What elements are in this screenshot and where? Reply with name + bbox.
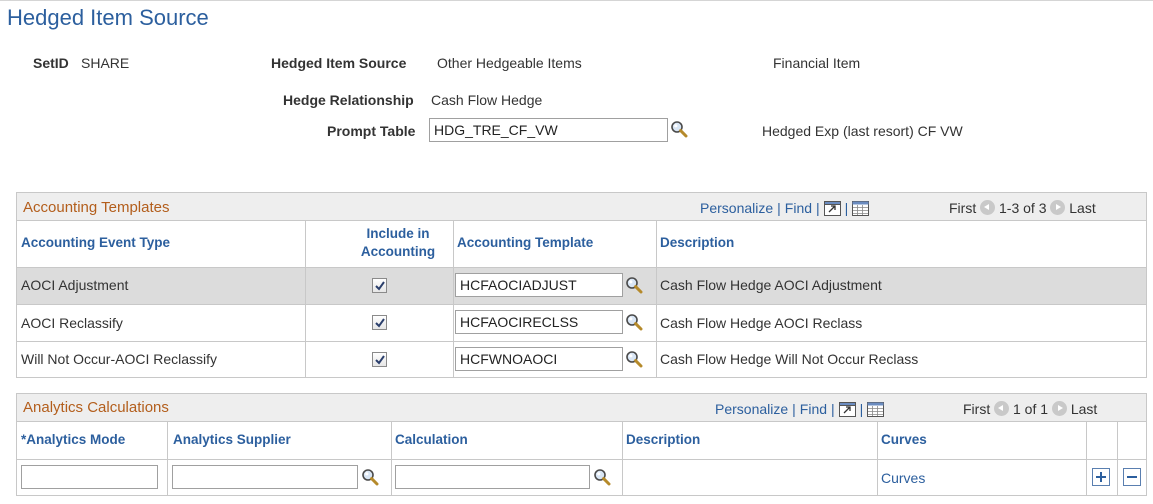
event-type-cell: AOCI Reclassify — [21, 315, 123, 331]
analytics-grid-nav: Personalize | Find | | — [715, 401, 885, 420]
prompt-table-input[interactable] — [429, 118, 668, 142]
spreadsheet-icon[interactable] — [852, 201, 870, 219]
column-divider — [391, 422, 392, 496]
curves-link[interactable]: Curves — [881, 470, 925, 486]
description-cell: Cash Flow Hedge AOCI Reclass — [660, 315, 863, 331]
last-label: Last — [1070, 401, 1098, 417]
row-range: 1 of 1 — [1013, 401, 1049, 417]
accounting-grid-title: Accounting Templates — [23, 199, 170, 216]
prompt-table-lookup-icon[interactable] — [670, 120, 688, 138]
hedge-relationship-label: Hedge Relationship — [283, 92, 414, 108]
plus-icon-v — [1100, 472, 1102, 482]
accounting-template-input[interactable] — [455, 273, 623, 297]
magnifier-icon[interactable] — [361, 468, 379, 486]
description-cell: Cash Flow Hedge Will Not Occur Reclass — [660, 351, 919, 367]
separator: | — [859, 401, 864, 417]
col-curves[interactable]: Curves — [881, 432, 927, 447]
new-window-icon[interactable] — [838, 402, 856, 420]
previous-icon[interactable] — [980, 200, 996, 215]
analytics-grid-header: Analytics Calculations Personalize | Find |… — [17, 394, 1146, 422]
analytics-grid-title: Analytics Calculations — [23, 399, 169, 416]
col-include-line2[interactable]: Accounting — [323, 244, 473, 259]
separator: | — [844, 200, 849, 216]
column-divider — [453, 221, 454, 378]
column-divider — [877, 422, 878, 496]
last-label: Last — [1069, 200, 1096, 216]
personalize-link[interactable]: Personalize — [715, 401, 788, 417]
separator: | — [777, 200, 781, 216]
col-description[interactable]: Description — [626, 432, 700, 447]
accounting-grid-nav: Personalize | Find | | — [700, 200, 870, 219]
col-include-line1[interactable]: Include in — [323, 226, 473, 241]
event-type-cell: AOCI Adjustment — [21, 277, 129, 293]
find-link[interactable]: Find — [785, 200, 812, 216]
calculation-input[interactable] — [395, 465, 590, 489]
next-icon[interactable] — [1051, 401, 1067, 416]
include-checkbox[interactable] — [372, 315, 387, 330]
spreadsheet-icon[interactable] — [867, 402, 885, 420]
column-divider — [167, 422, 168, 496]
prompt-table-label: Prompt Table — [327, 123, 416, 139]
column-divider — [656, 221, 657, 378]
accounting-grid-pager: First 1-3 of 3 Last — [949, 200, 1096, 216]
include-checkbox[interactable] — [372, 278, 387, 293]
analytics-mode-input[interactable] — [21, 465, 158, 489]
separator: | — [816, 200, 820, 216]
accounting-templates-grid: Accounting Templates Personalize | Find | | … — [16, 192, 1147, 378]
page-title: Hedged Item Source — [7, 5, 209, 30]
description-cell: Cash Flow Hedge AOCI Adjustment — [660, 277, 882, 293]
analytics-supplier-input[interactable] — [172, 465, 358, 489]
add-row-button[interactable] — [1092, 468, 1110, 486]
minus-icon — [1127, 476, 1137, 478]
setid-label: SetID — [33, 55, 69, 71]
setid-value: SHARE — [81, 55, 130, 71]
column-divider — [1117, 422, 1118, 496]
magnifier-icon[interactable] — [625, 350, 643, 368]
accounting-grid-header: Accounting Templates Personalize | Find | | … — [17, 193, 1146, 221]
analytics-calculations-grid: Analytics Calculations Personalize | Find |… — [16, 393, 1147, 496]
col-analytics-mode[interactable]: *Analytics Mode — [21, 432, 125, 447]
delete-row-button[interactable] — [1123, 468, 1141, 486]
accounting-template-input[interactable] — [455, 347, 623, 371]
col-description[interactable]: Description — [660, 235, 734, 250]
col-accounting-template[interactable]: Accounting Template — [457, 235, 593, 250]
prompt-table-description: Hedged Exp (last resort) CF VW — [762, 123, 963, 139]
find-link[interactable]: Find — [800, 401, 827, 417]
separator: | — [792, 401, 796, 417]
magnifier-icon[interactable] — [625, 276, 643, 294]
previous-icon[interactable] — [994, 401, 1010, 416]
col-analytics-supplier[interactable]: Analytics Supplier — [173, 432, 291, 447]
analytics-grid-pager: First 1 of 1 Last — [963, 401, 1097, 417]
new-window-icon[interactable] — [823, 201, 841, 219]
first-label: First — [963, 401, 991, 417]
separator: | — [831, 401, 835, 417]
row-range: 1-3 of 3 — [999, 200, 1047, 216]
next-icon[interactable] — [1050, 200, 1066, 215]
first-label: First — [949, 200, 977, 216]
column-divider — [305, 221, 306, 378]
column-divider — [1086, 422, 1087, 496]
financial-item-text: Financial Item — [773, 55, 861, 71]
magnifier-icon[interactable] — [593, 468, 611, 486]
event-type-cell: Will Not Occur-AOCI Reclassify — [21, 351, 218, 367]
include-checkbox[interactable] — [372, 352, 387, 367]
personalize-link[interactable]: Personalize — [700, 200, 773, 216]
col-accounting-event-type[interactable]: Accounting Event Type — [21, 235, 170, 250]
magnifier-icon[interactable] — [625, 313, 643, 331]
hedged-item-source-value: Other Hedgeable Items — [437, 55, 582, 71]
accounting-template-input[interactable] — [455, 310, 623, 334]
hedge-relationship-value: Cash Flow Hedge — [431, 92, 543, 108]
hedged-item-source-label: Hedged Item Source — [271, 55, 407, 71]
col-calculation[interactable]: Calculation — [395, 432, 468, 447]
top-border — [0, 0, 1153, 1]
column-divider — [622, 422, 623, 496]
